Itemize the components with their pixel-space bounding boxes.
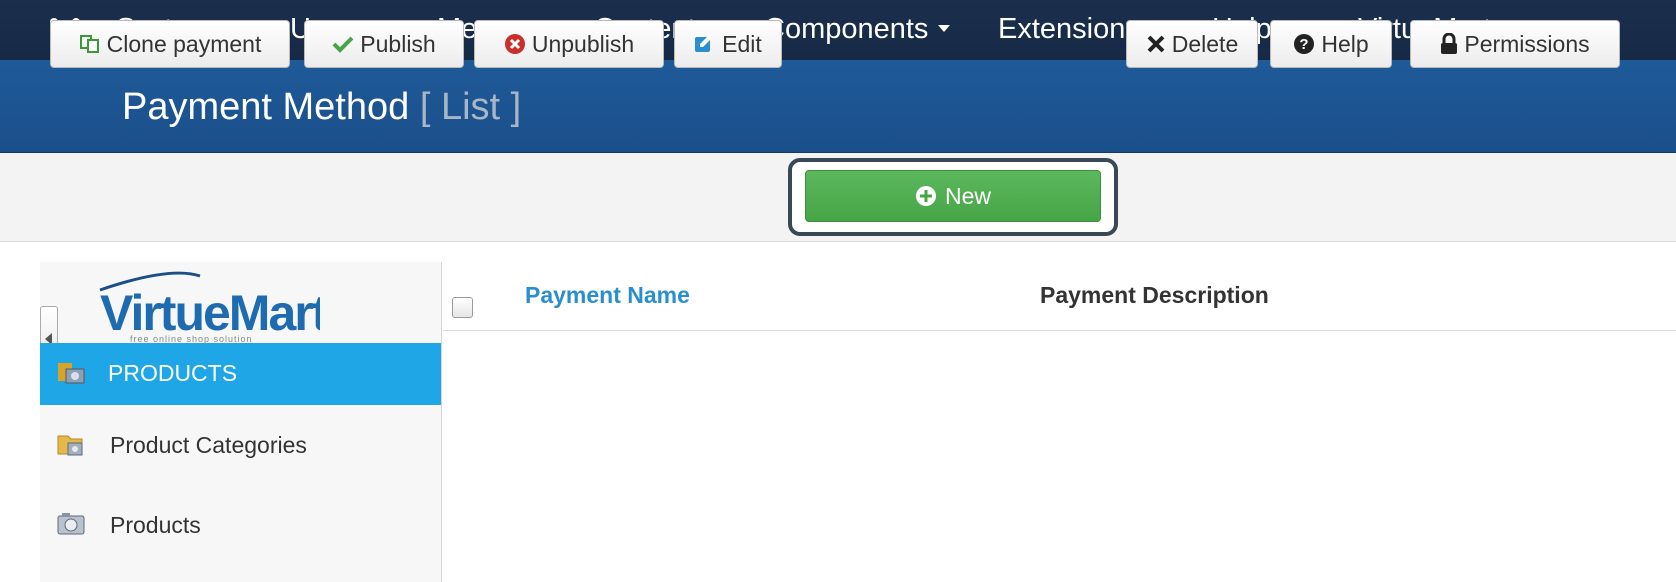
virtuemart-logo-text: VirtueMart bbox=[100, 285, 320, 341]
lock-icon bbox=[1440, 33, 1458, 55]
page-subtitle: [ List ] bbox=[419, 86, 522, 128]
edit-button[interactable]: Edit bbox=[674, 20, 782, 68]
clone-payment-button[interactable]: Clone payment bbox=[50, 20, 290, 68]
help-label: Help bbox=[1321, 30, 1369, 57]
delete-label: Delete bbox=[1171, 30, 1239, 57]
svg-text:?: ? bbox=[1300, 36, 1309, 53]
chevron-down-icon bbox=[938, 25, 951, 33]
page-title: Payment Method [ List ] bbox=[122, 84, 521, 130]
new-label: New bbox=[944, 182, 991, 209]
menu-extensions-label: Extensions bbox=[998, 13, 1140, 45]
folder-icon bbox=[57, 435, 83, 456]
permissions-label: Permissions bbox=[1464, 30, 1590, 57]
sidebar-item-products-section[interactable]: PRODUCTS bbox=[40, 343, 441, 405]
title-bar: Payment Method [ List ] bbox=[0, 60, 1676, 153]
column-header-payment-name[interactable]: Payment Name bbox=[525, 282, 690, 309]
sidebar-item-products[interactable]: Products bbox=[40, 496, 441, 556]
plus-circle-icon bbox=[915, 185, 937, 207]
menu-components[interactable]: Components bbox=[764, 12, 951, 46]
permissions-button[interactable]: Permissions bbox=[1410, 20, 1620, 68]
unpublish-label: Unpublish bbox=[531, 30, 635, 57]
checkmark-icon bbox=[332, 35, 354, 53]
unpublish-icon bbox=[504, 33, 526, 55]
delete-button[interactable]: Delete bbox=[1126, 20, 1258, 68]
clone-payment-label: Clone payment bbox=[106, 30, 262, 57]
publish-button[interactable]: Publish bbox=[304, 20, 464, 68]
sidebar-item-label: PRODUCTS bbox=[108, 360, 238, 386]
column-header-payment-description: Payment Description bbox=[1040, 282, 1269, 308]
select-all-checkbox[interactable] bbox=[452, 297, 473, 318]
close-icon bbox=[1146, 34, 1166, 54]
new-button[interactable]: New bbox=[805, 170, 1101, 222]
edit-icon bbox=[694, 34, 716, 54]
sidebar-item-label: Product Categories bbox=[110, 432, 307, 458]
virtuemart-logo: VirtueMart free online shop solution bbox=[60, 268, 331, 344]
menu-components-label: Components bbox=[764, 13, 929, 45]
help-button[interactable]: ? Help bbox=[1270, 20, 1392, 68]
unpublish-button[interactable]: Unpublish bbox=[474, 20, 664, 68]
products-icon bbox=[58, 363, 85, 384]
question-circle-icon: ? bbox=[1293, 33, 1315, 55]
publish-label: Publish bbox=[360, 30, 436, 57]
copy-icon bbox=[79, 34, 101, 54]
page-title-text: Payment Method bbox=[122, 86, 410, 128]
sidebar-item-label: Products bbox=[110, 512, 201, 538]
sidebar-item-product-categories[interactable]: Product Categories bbox=[40, 416, 441, 476]
camera-icon bbox=[57, 513, 85, 535]
edit-label: Edit bbox=[722, 30, 762, 57]
